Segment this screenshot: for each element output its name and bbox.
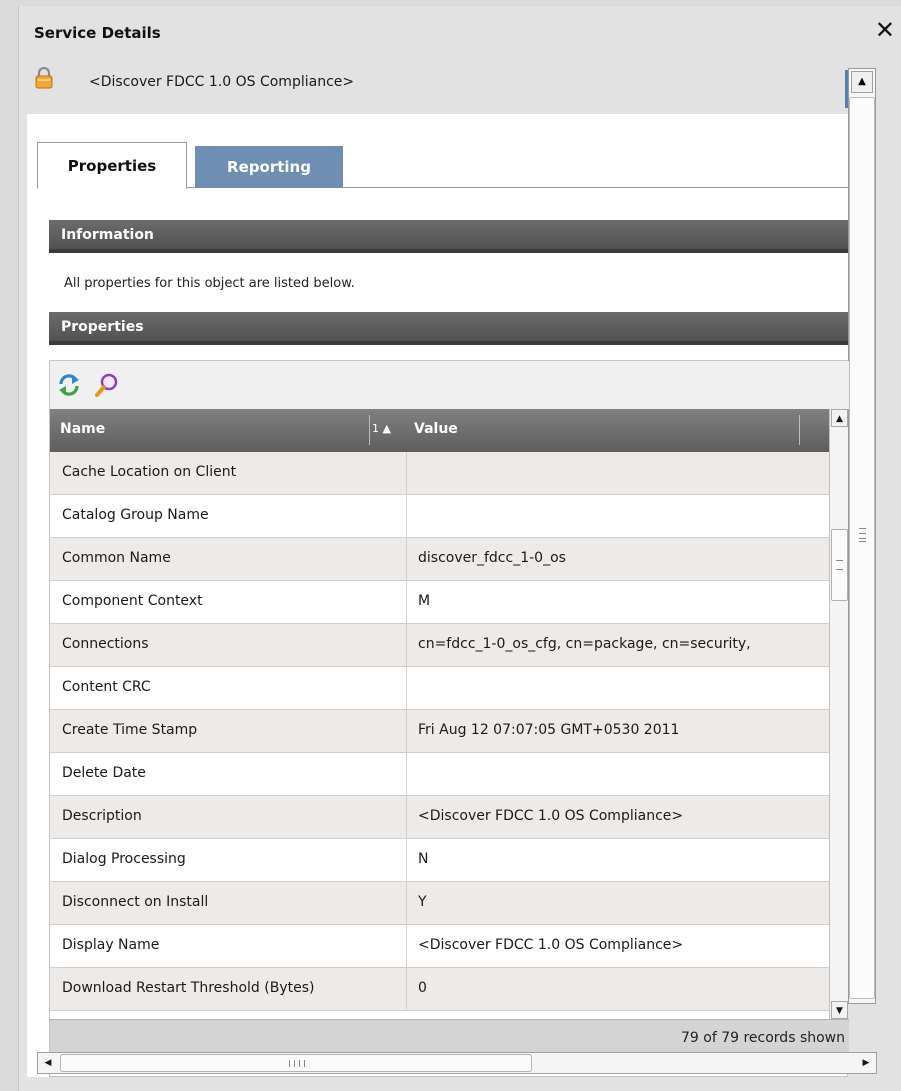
cell-value: Fri Aug 12 07:07:05 GMT+0530 2011 xyxy=(418,722,680,738)
scroll-thumb[interactable] xyxy=(849,97,875,999)
grid-rows: Cache Location on Client Catalog Group N… xyxy=(50,452,840,1019)
cell-name: Connections xyxy=(62,636,149,652)
horizontal-scroll-thumb[interactable] xyxy=(60,1054,532,1072)
properties-header: Properties xyxy=(49,312,848,345)
table-row[interactable]: Catalog Group Name xyxy=(50,495,840,538)
cell-name: Description xyxy=(62,808,142,824)
scroll-right-button[interactable]: ▶ xyxy=(857,1054,875,1072)
table-row[interactable]: Dialog Processing N xyxy=(50,839,840,882)
cell-value: <Discover FDCC 1.0 OS Compliance> xyxy=(418,937,684,953)
cell-name: Create Time Stamp xyxy=(62,722,198,738)
cell-value: Y xyxy=(418,894,427,910)
table-row[interactable]: Delete Date xyxy=(50,753,840,796)
table-row[interactable]: Component Context M xyxy=(50,581,840,624)
search-icon[interactable] xyxy=(94,372,120,398)
grid-scroll-down-button[interactable]: ▼ xyxy=(831,1001,848,1019)
cell-name: Disconnect on Install xyxy=(62,894,209,910)
content-panel: Properties Reporting Information All pro… xyxy=(27,114,849,1077)
lock-icon xyxy=(35,67,53,89)
cell-name: Download Restart Threshold (Bytes) xyxy=(62,980,315,996)
tab-properties[interactable]: Properties xyxy=(37,142,187,189)
cell-name: Catalog Group Name xyxy=(62,507,209,523)
column-separator xyxy=(799,415,800,445)
scroll-up-button[interactable]: ▲ xyxy=(851,71,873,93)
sort-indicator[interactable]: 1 ▲ xyxy=(372,422,391,435)
table-row[interactable]: Common Name discover_fdcc_1-0_os xyxy=(50,538,840,581)
table-row[interactable]: Display Name <Discover FDCC 1.0 OS Compli… xyxy=(50,925,840,968)
properties-grid: Name 1 ▲ Value Cache Location on Client … xyxy=(49,360,849,1077)
horizontal-scrollbar[interactable]: ◀ ▶ xyxy=(37,1052,877,1074)
tab-bar: Properties Reporting xyxy=(37,142,848,189)
table-row[interactable]: Cache Location on Client xyxy=(50,452,840,495)
cell-name: Common Name xyxy=(62,550,171,566)
information-text: All properties for this object are liste… xyxy=(64,276,355,291)
grid-scroll-up-button[interactable]: ▲ xyxy=(831,409,848,427)
cell-value: <Discover FDCC 1.0 OS Compliance> xyxy=(418,808,684,824)
cell-value: 0 xyxy=(418,980,427,996)
table-row[interactable]: Create Time Stamp Fri Aug 12 07:07:05 GMT… xyxy=(50,710,840,753)
grid-footer: 79 of 79 records shown xyxy=(50,1019,849,1055)
scroll-left-button[interactable]: ◀ xyxy=(39,1054,57,1072)
cell-value: cn=fdcc_1-0_os_cfg, cn=package, cn=secur… xyxy=(418,636,751,652)
cell-value: N xyxy=(418,851,429,867)
object-name: <Discover FDCC 1.0 OS Compliance> xyxy=(89,74,355,90)
column-separator xyxy=(369,415,370,445)
cell-name: Content CRC xyxy=(62,679,151,695)
tab-reporting[interactable]: Reporting xyxy=(195,146,343,188)
cell-value: discover_fdcc_1-0_os xyxy=(418,550,566,566)
table-row[interactable]: Description <Discover FDCC 1.0 OS Complia… xyxy=(50,796,840,839)
cell-name: Display Name xyxy=(62,937,160,953)
information-header: Information xyxy=(49,220,848,253)
grid-vertical-scrollbar[interactable]: ▲ ▼ xyxy=(829,409,848,1019)
grid-header: Name 1 ▲ Value xyxy=(50,409,848,452)
dialog-title: Service Details xyxy=(34,24,161,42)
grid-toolbar xyxy=(50,361,849,409)
cell-name: Component Context xyxy=(62,593,203,609)
cell-value: M xyxy=(418,593,431,609)
table-row[interactable]: Connections cn=fdcc_1-0_os_cfg, cn=packag… xyxy=(50,624,840,667)
cell-name: Cache Location on Client xyxy=(62,464,237,480)
dialog-vertical-scrollbar[interactable]: ▲ xyxy=(848,68,876,1004)
column-header-name[interactable]: Name xyxy=(60,421,105,437)
table-row[interactable]: Download Restart Threshold (Bytes) 0 xyxy=(50,968,840,1011)
cell-name: Dialog Processing xyxy=(62,851,186,867)
service-details-dialog: Service Details ✕ <Discover FDCC 1.0 OS … xyxy=(18,6,901,1091)
column-header-value[interactable]: Value xyxy=(414,421,458,437)
table-row[interactable]: Content CRC xyxy=(50,667,840,710)
refresh-icon[interactable] xyxy=(56,372,82,398)
table-row[interactable]: Disconnect on Install Y xyxy=(50,882,840,925)
close-icon[interactable]: ✕ xyxy=(875,18,895,42)
records-status: 79 of 79 records shown xyxy=(681,1030,845,1046)
grid-scroll-thumb[interactable] xyxy=(831,529,848,601)
cell-name: Delete Date xyxy=(62,765,146,781)
